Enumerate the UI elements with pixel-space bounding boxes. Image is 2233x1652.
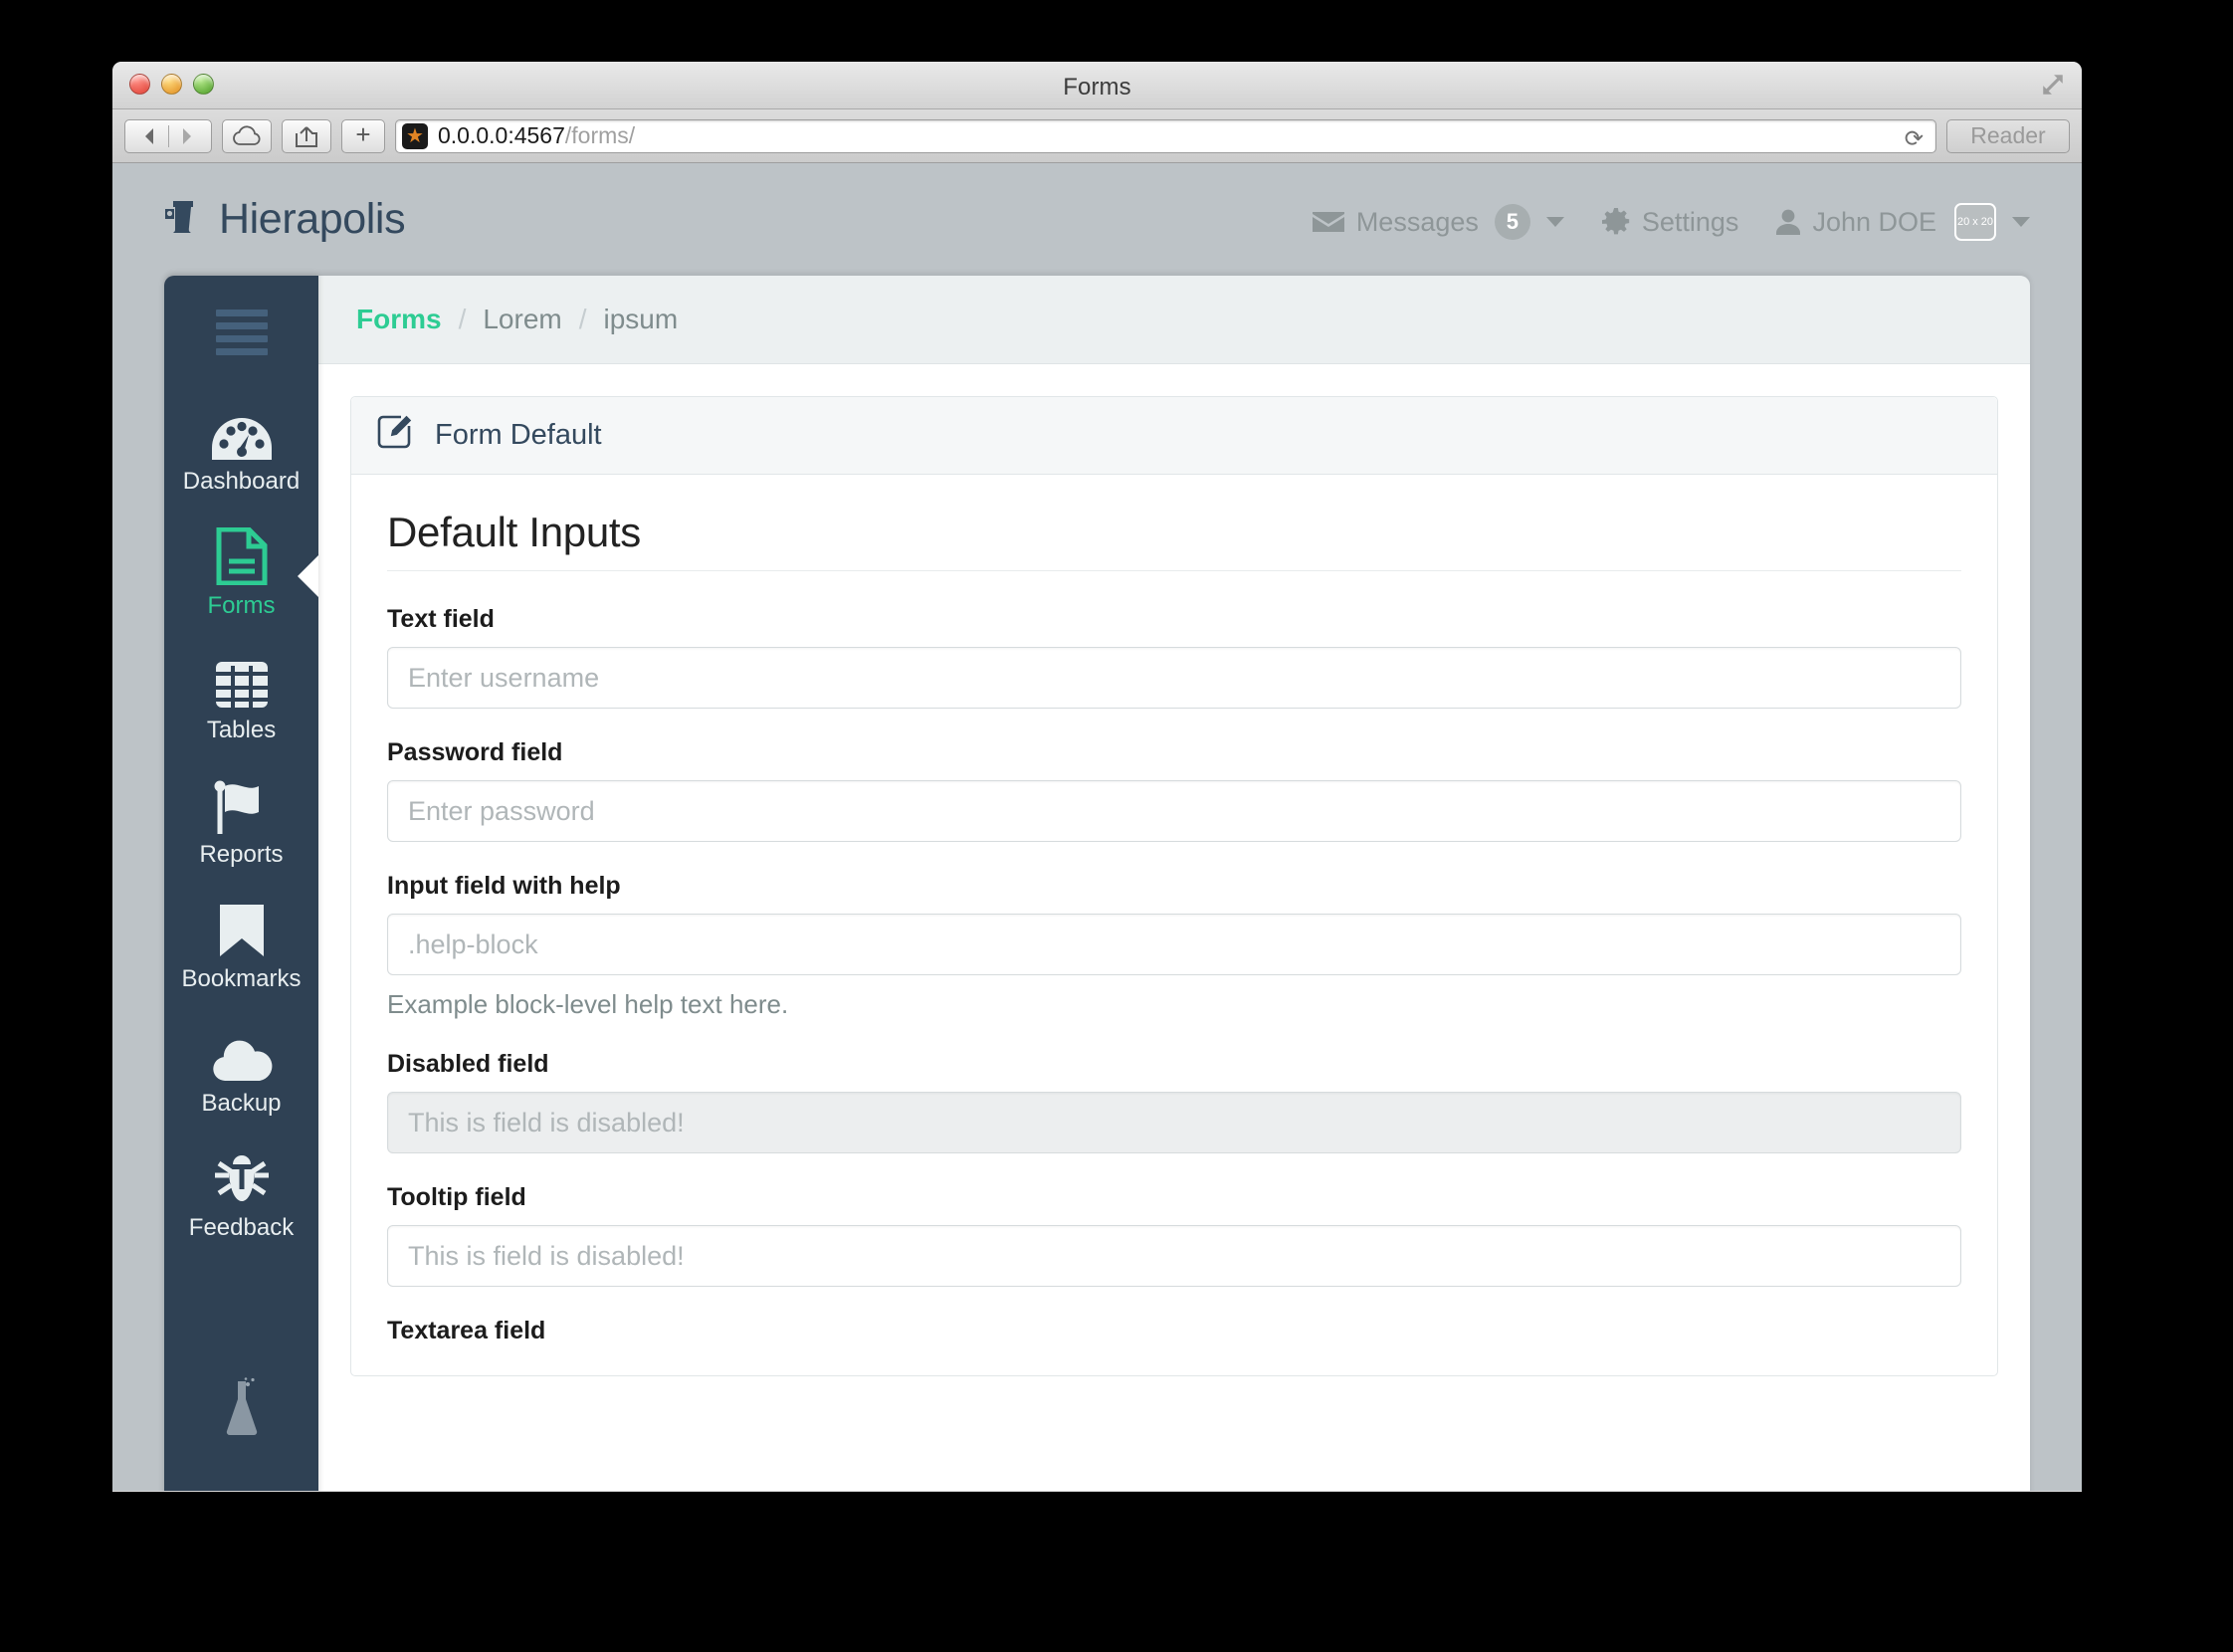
- field-label: Disabled field: [387, 1050, 549, 1078]
- password-input[interactable]: [387, 780, 1961, 842]
- chevron-down-icon: [2012, 217, 2030, 227]
- active-indicator-arrow: [298, 553, 318, 598]
- field-label: Text field: [387, 605, 495, 633]
- gear-icon: [1601, 208, 1630, 236]
- brand-name: Hierapolis: [219, 195, 406, 243]
- content-area: Forms / Lorem / ipsum Form Default Defau…: [318, 276, 2030, 1491]
- back-button[interactable]: [125, 120, 168, 152]
- sidebar-item-bookmarks[interactable]: Bookmarks: [164, 887, 318, 1011]
- sidebar-item-dashboard[interactable]: Dashboard: [164, 389, 318, 514]
- window-title: Forms: [1063, 74, 1131, 101]
- reader-button[interactable]: Reader: [1946, 118, 2070, 153]
- new-tab-button[interactable]: +: [341, 118, 385, 153]
- messages-count-badge: 5: [1494, 204, 1530, 240]
- help-input[interactable]: [387, 914, 1961, 975]
- sidebar-item-label: Forms: [207, 592, 276, 619]
- sidebar-item-label: Feedback: [188, 1214, 295, 1241]
- panel-header: Form Default: [351, 397, 1997, 475]
- settings-label: Settings: [1641, 206, 1739, 237]
- sidebar-item-feedback[interactable]: Feedback: [164, 1136, 318, 1260]
- sidebar-item-tables[interactable]: Tables: [164, 638, 318, 762]
- panel-title: Form Default: [435, 419, 602, 451]
- share-arrow-icon: [296, 125, 317, 147]
- form-group-password-field: Password field: [387, 738, 1961, 842]
- section-title: Default Inputs: [387, 509, 1961, 571]
- breadcrumb: Forms / Lorem / ipsum: [318, 276, 2030, 363]
- bug-icon: [213, 1149, 271, 1207]
- sidebar: Dashboard Forms Tables Reports Bookmarks…: [164, 276, 318, 1491]
- table-grid-icon: [214, 652, 270, 710]
- coffee-pot-icon: [165, 200, 193, 233]
- user-menu[interactable]: John DOE 20 x 20: [1776, 203, 2030, 241]
- disabled-input: [387, 1092, 1961, 1153]
- field-label: Input field with help: [387, 872, 621, 900]
- field-label: Password field: [387, 738, 563, 766]
- breadcrumb-item-forms[interactable]: Forms: [356, 304, 442, 335]
- cloud-icon: [233, 124, 261, 145]
- help-text: Example block-level help text here.: [387, 989, 789, 1019]
- flag-icon: [213, 776, 271, 834]
- sidebar-item-label: Dashboard: [182, 468, 301, 495]
- form-default-panel: Form Default Default Inputs Text field P…: [350, 396, 1998, 1376]
- reload-icon[interactable]: ⟳: [1905, 125, 1924, 152]
- content-body: Form Default Default Inputs Text field P…: [318, 363, 2030, 1491]
- cloud-icon: [211, 1025, 273, 1083]
- icloud-tabs-button[interactable]: [222, 118, 272, 153]
- brand[interactable]: Hierapolis: [164, 195, 406, 244]
- tooltip-input[interactable]: [387, 1225, 1961, 1287]
- star-icon: ★: [402, 122, 428, 149]
- panel-body: Default Inputs Text field Password field…: [351, 475, 1997, 1345]
- web-page: Hierapolis Messages 5 Settings John DOE …: [112, 163, 2082, 1491]
- user-icon: [1776, 209, 1801, 235]
- forward-button[interactable]: [168, 120, 211, 152]
- messages-menu[interactable]: Messages 5: [1312, 204, 1564, 240]
- bookmark-icon: [218, 901, 266, 958]
- document-lines-icon: [216, 527, 268, 585]
- sidebar-item-forms[interactable]: Forms: [164, 514, 318, 638]
- header-nav: Messages 5 Settings John DOE 20 x 20: [1312, 203, 2030, 241]
- url-host: 0.0.0.0:4567: [438, 122, 565, 148]
- envelope-icon: [1312, 210, 1344, 234]
- breadcrumb-separator: /: [578, 304, 587, 334]
- sidebar-item-label: Reports: [199, 841, 284, 868]
- breadcrumb-item-ipsum[interactable]: ipsum: [604, 304, 679, 335]
- sidebar-item-backup[interactable]: Backup: [164, 1011, 318, 1136]
- avatar: 20 x 20: [1954, 203, 1996, 241]
- browser-window: Forms + ★ 0.0.0.0:4567/forms/ ⟳ Reader H…: [112, 62, 2082, 1492]
- text-input[interactable]: [387, 647, 1961, 709]
- form-group-disabled-field: Disabled field: [387, 1050, 1961, 1153]
- sidebar-item-reports[interactable]: Reports: [164, 762, 318, 887]
- address-bar[interactable]: ★ 0.0.0.0:4567/forms/ ⟳: [395, 118, 1936, 153]
- hamburger-icon[interactable]: [215, 310, 268, 355]
- breadcrumb-item-lorem[interactable]: Lorem: [483, 304, 561, 335]
- dashboard-gauge-icon: [211, 403, 273, 461]
- sidebar-item-label: Tables: [206, 717, 277, 743]
- form-group-tooltip-field: Tooltip field: [387, 1183, 1961, 1287]
- messages-label: Messages: [1355, 206, 1479, 237]
- edit-pencil-square-icon: [377, 414, 413, 458]
- form-group-help-field: Input field with help Example block-leve…: [387, 872, 1961, 1020]
- app-header: Hierapolis Messages 5 Settings John DOE …: [112, 163, 2082, 276]
- user-name: John DOE: [1812, 206, 1936, 237]
- flask-icon: [164, 1377, 318, 1437]
- url-text: 0.0.0.0:4567/forms/: [438, 122, 635, 149]
- navigation-buttons: [124, 118, 212, 153]
- fullscreen-icon[interactable]: [2040, 72, 2066, 98]
- sidebar-item-label: Bookmarks: [181, 965, 302, 992]
- url-path: /forms/: [564, 122, 636, 148]
- share-button[interactable]: [282, 118, 331, 153]
- field-label: Tooltip field: [387, 1183, 526, 1211]
- sidebar-item-label: Backup: [201, 1090, 282, 1117]
- breadcrumb-separator: /: [458, 304, 467, 334]
- window-titlebar: Forms: [112, 62, 2082, 109]
- browser-toolbar: + ★ 0.0.0.0:4567/forms/ ⟳ Reader: [112, 109, 2082, 163]
- chevron-down-icon: [1545, 217, 1564, 227]
- form-group-textarea-field: Textarea field: [387, 1317, 1961, 1345]
- settings-link[interactable]: Settings: [1601, 206, 1739, 238]
- field-label: Textarea field: [387, 1317, 546, 1344]
- form-group-text-field: Text field: [387, 605, 1961, 709]
